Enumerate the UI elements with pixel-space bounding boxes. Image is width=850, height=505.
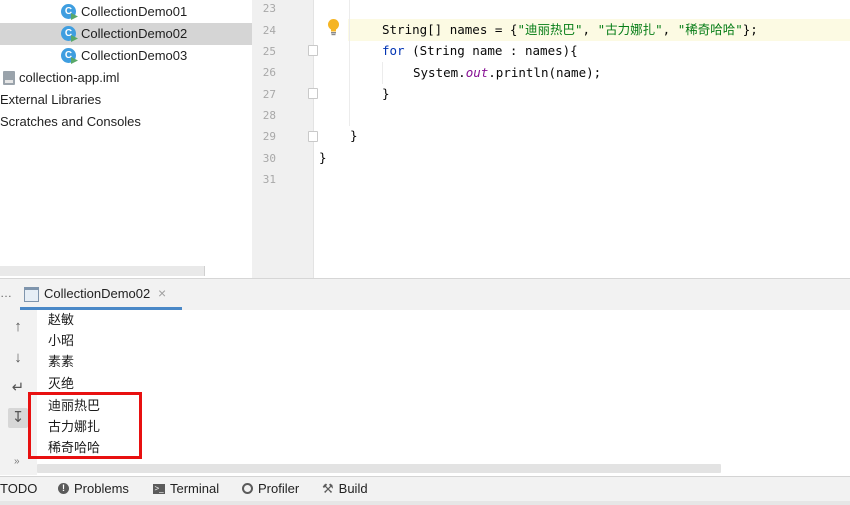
tree-item-label: CollectionDemo01 bbox=[81, 4, 188, 19]
run-tab-label: CollectionDemo02 bbox=[44, 286, 151, 301]
tree-item-label: CollectionDemo02 bbox=[81, 26, 188, 41]
tree-item-label: collection-app.iml bbox=[19, 70, 120, 85]
fold-marker-icon[interactable] bbox=[308, 45, 318, 56]
line-number: 23 bbox=[262, 2, 276, 15]
build-icon: ⚒ bbox=[322, 480, 334, 496]
problems-icon: ! bbox=[58, 483, 69, 495]
tree-item-scratches[interactable]: Scratches and Consoles bbox=[0, 111, 252, 133]
fold-marker-icon[interactable] bbox=[308, 88, 318, 99]
tree-item-external-libraries[interactable]: External Libraries bbox=[0, 89, 252, 111]
lightbulb-icon[interactable] bbox=[327, 18, 340, 36]
red-annotation-box bbox=[28, 392, 142, 459]
run-config-icon bbox=[24, 287, 39, 302]
code-line-30: } bbox=[319, 150, 327, 165]
tree-item-iml-file[interactable]: collection-app.iml bbox=[0, 67, 252, 89]
string-literal: "古力娜扎" bbox=[597, 22, 663, 37]
tree-item-collectiondemo01[interactable]: C CollectionDemo01 bbox=[0, 1, 252, 23]
line-number: 31 bbox=[262, 173, 276, 186]
line-number: 24 bbox=[262, 24, 276, 37]
indent-guide bbox=[382, 62, 383, 84]
field-token: out bbox=[465, 65, 489, 80]
console-horizontal-scrollbar[interactable] bbox=[37, 464, 721, 473]
terminal-tool-button[interactable]: >_ Terminal bbox=[153, 477, 219, 502]
problems-tool-button[interactable]: ! Problems bbox=[58, 477, 129, 502]
build-tool-button[interactable]: ⚒ Build bbox=[322, 477, 368, 502]
tree-item-label: External Libraries bbox=[0, 92, 102, 107]
string-literal: "稀奇哈哈" bbox=[677, 22, 743, 37]
iml-file-icon bbox=[3, 71, 15, 85]
code-line-27: } bbox=[382, 86, 390, 101]
java-class-icon: C bbox=[61, 26, 76, 41]
window-bottom-edge bbox=[0, 501, 850, 505]
line-number: 27 bbox=[262, 88, 276, 101]
code-line-25: for (String name : names){ bbox=[382, 40, 578, 62]
arrow-down-icon[interactable]: ↓ bbox=[8, 348, 28, 368]
string-literal: "迪丽热巴" bbox=[517, 22, 583, 37]
code-editor[interactable]: 23 24 25 26 27 28 29 30 31 String[] name… bbox=[252, 0, 850, 278]
code-token: String[] names = { bbox=[382, 22, 518, 37]
run-window-header: … CollectionDemo02 × bbox=[0, 278, 850, 311]
line-number: 28 bbox=[262, 109, 276, 122]
tree-item-collectiondemo03[interactable]: C CollectionDemo03 bbox=[0, 45, 252, 67]
line-number: 29 bbox=[262, 130, 276, 143]
terminal-icon: >_ bbox=[153, 483, 165, 494]
code-token: (String name : names){ bbox=[404, 43, 578, 58]
line-number: 30 bbox=[262, 152, 276, 165]
profiler-label: Profiler bbox=[258, 481, 300, 496]
tab-collectiondemo02[interactable]: CollectionDemo02 × bbox=[20, 279, 182, 310]
run-window-overflow[interactable]: … bbox=[0, 286, 12, 300]
close-icon[interactable]: × bbox=[158, 285, 166, 301]
todo-label: TODO bbox=[0, 481, 38, 496]
terminal-label: Terminal bbox=[170, 481, 220, 496]
code-token: }; bbox=[742, 22, 758, 37]
code-line-26: System.out.println(name); bbox=[413, 62, 601, 84]
scroll-to-end-icon[interactable]: ↧ bbox=[8, 408, 28, 428]
tree-horizontal-scrollbar[interactable] bbox=[0, 266, 205, 276]
console-line: 小昭 bbox=[48, 334, 75, 349]
project-tree: C CollectionDemo01 C CollectionDemo02 C … bbox=[0, 0, 252, 278]
code-token: , bbox=[662, 22, 678, 37]
console-output[interactable]: 赵敏 小昭 素素 灭绝 迪丽热巴 古力娜扎 稀奇哈哈 bbox=[37, 310, 850, 465]
keyword-token: for bbox=[382, 43, 405, 58]
profiler-tool-button[interactable]: Profiler bbox=[242, 477, 299, 502]
code-line-29: } bbox=[350, 128, 358, 143]
todo-tool-button[interactable]: TODO bbox=[0, 477, 37, 502]
line-number: 25 bbox=[262, 45, 276, 58]
tool-window-bar: TODO ! Problems >_ Terminal Profiler ⚒ Buil… bbox=[0, 476, 850, 502]
tree-item-label: Scratches and Consoles bbox=[0, 114, 141, 129]
code-line-24: String[] names = {"迪丽热巴", "古力娜扎", "稀奇哈哈"… bbox=[382, 19, 758, 41]
tree-item-label: CollectionDemo03 bbox=[81, 48, 188, 63]
code-token: .println(name); bbox=[488, 65, 602, 80]
profiler-icon bbox=[242, 483, 253, 495]
console-line: 素素 bbox=[48, 355, 75, 370]
tree-item-collectiondemo02[interactable]: C CollectionDemo02 bbox=[0, 23, 252, 45]
fold-marker-icon[interactable] bbox=[308, 131, 318, 142]
line-number: 26 bbox=[262, 66, 276, 79]
code-token: System. bbox=[413, 65, 466, 80]
indent-guide bbox=[349, 0, 350, 126]
problems-label: Problems bbox=[74, 481, 129, 496]
arrow-up-icon[interactable]: ↑ bbox=[8, 317, 28, 337]
console-line: 赵敏 bbox=[48, 313, 75, 328]
java-class-icon: C bbox=[61, 48, 76, 63]
java-class-icon: C bbox=[61, 4, 76, 19]
toolbar-more-icon[interactable]: » bbox=[14, 456, 20, 467]
line-number-gutter: 23 24 25 26 27 28 29 30 31 bbox=[252, 0, 314, 278]
code-token: , bbox=[582, 22, 598, 37]
soft-wrap-icon[interactable]: ↵ bbox=[8, 378, 28, 398]
build-label: Build bbox=[338, 481, 368, 496]
